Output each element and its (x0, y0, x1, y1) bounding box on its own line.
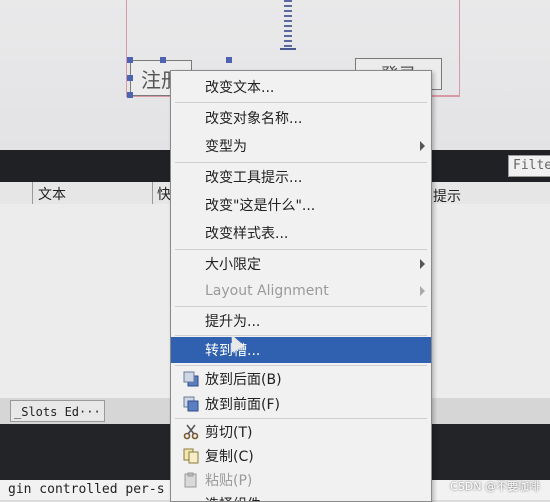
menu-item-label: 放到后面(B) (205, 372, 282, 388)
bring-to-front-icon (183, 396, 199, 412)
menu-item-label: 改变对象名称... (205, 111, 303, 127)
selection-handle[interactable] (127, 75, 133, 81)
menu-separator (175, 335, 427, 336)
menu-item-label: 复制(C) (205, 449, 254, 465)
selection-handle[interactable] (127, 57, 133, 63)
submenu-arrow-icon (420, 141, 425, 151)
menu-item-label: 粘贴(P) (205, 473, 253, 489)
selection-handle[interactable] (226, 57, 232, 63)
menu-item-label: 提升为... (205, 314, 261, 330)
menu-item-send-to-back[interactable]: 放到后面(B) (171, 366, 431, 392)
copy-icon (183, 448, 199, 464)
selection-handle[interactable] (160, 57, 166, 63)
menu-item-size-constraints[interactable]: 大小限定 (171, 251, 431, 277)
menu-separator (175, 162, 427, 163)
menu-separator (175, 306, 427, 307)
menu-item-label: 改变文本... (205, 80, 275, 96)
menu-item-label: 改变样式表... (205, 226, 289, 242)
menu-item-go-to-slot[interactable]: 转到槽... (171, 337, 431, 363)
menu-item-change-object-name[interactable]: 改变对象名称... (171, 105, 431, 131)
filter-input[interactable]: Filte (508, 155, 550, 177)
menu-item-label: 大小限定 (205, 257, 261, 273)
menu-item-label: 选择组件 (205, 494, 261, 501)
selection-handle[interactable] (127, 92, 133, 98)
column-divider (152, 182, 153, 204)
menu-item-paste[interactable]: 粘贴(P) (171, 467, 431, 493)
vertical-spacer[interactable] (284, 0, 292, 48)
menu-item-bring-to-front[interactable]: 放到前面(F) (171, 391, 431, 417)
menu-item-change-text[interactable]: 改变文本... (171, 74, 431, 100)
menu-item-change-tooltip[interactable]: 改变工具提示... (171, 164, 431, 190)
scissors-icon (183, 424, 199, 440)
menu-item-select-widget[interactable]: 选择组件 (171, 491, 431, 501)
menu-item-label: 剪切(T) (205, 425, 253, 441)
column-divider (32, 182, 33, 204)
menu-item-label: 改变工具提示... (205, 170, 303, 186)
menu-item-label: Layout Alignment (205, 283, 329, 299)
column-header-tooltip[interactable]: 提示 (433, 186, 461, 206)
menu-item-label: 改变"这是什么"... (205, 198, 316, 214)
paste-icon (184, 472, 197, 488)
vertical-spacer-base (280, 48, 296, 50)
watermark: CSDN @不要咖啡 (450, 480, 540, 493)
menu-separator (175, 249, 427, 250)
menu-item-copy[interactable]: 复制(C) (171, 443, 431, 469)
menu-item-morph-into[interactable]: 变型为 (171, 133, 431, 159)
menu-item-promote-to[interactable]: 提升为... (171, 308, 431, 334)
send-to-back-icon (183, 371, 199, 387)
column-header-shortcut[interactable]: 快 (157, 184, 171, 204)
menu-item-change-stylesheet[interactable]: 改变样式表... (171, 220, 431, 246)
menu-item-cut[interactable]: 剪切(T) (171, 419, 431, 445)
submenu-arrow-icon (420, 286, 425, 296)
submenu-arrow-icon (420, 259, 425, 269)
tab-signals-slots-editor[interactable]: _Slots Ed··· (10, 400, 105, 422)
context-menu: 改变文本... 改变对象名称... 变型为 改变工具提示... 改变"这是什么"… (170, 70, 432, 502)
menu-item-layout-alignment[interactable]: Layout Alignment (171, 278, 431, 304)
menu-item-label: 放到前面(F) (205, 397, 280, 413)
column-header-text[interactable]: 文本 (38, 184, 66, 204)
menu-item-label: 变型为 (205, 139, 247, 155)
menu-item-change-whats-this[interactable]: 改变"这是什么"... (171, 192, 431, 218)
menu-separator (175, 102, 427, 103)
